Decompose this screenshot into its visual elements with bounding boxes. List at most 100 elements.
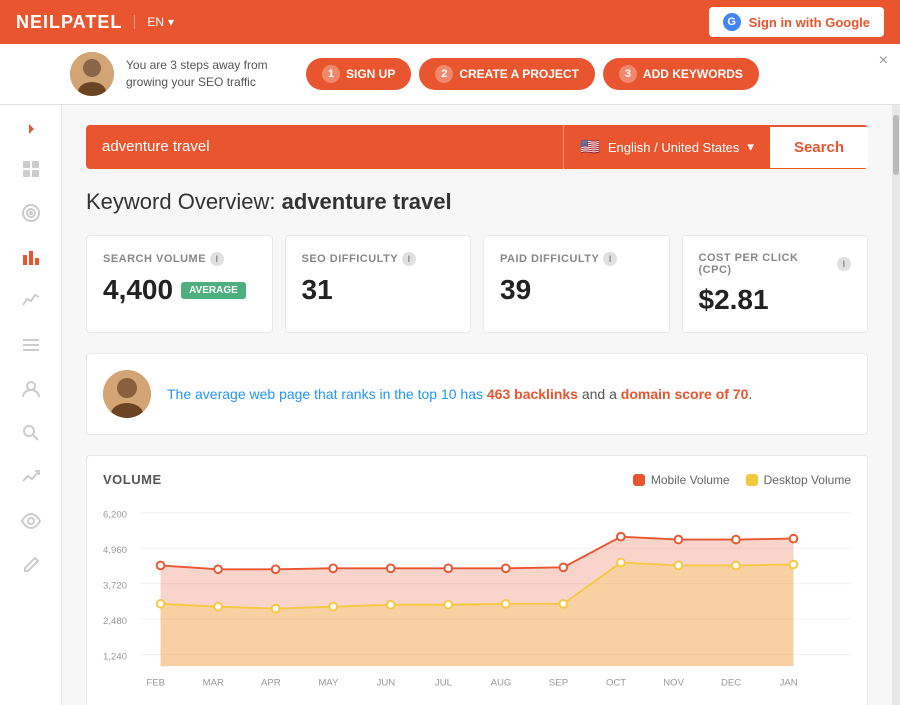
step-num: 2 [435, 65, 453, 83]
svg-text:1,240: 1,240 [103, 651, 127, 662]
step-label: SIGN UP [346, 67, 395, 81]
legend-item: Mobile Volume [633, 473, 730, 487]
svg-text:4,960: 4,960 [103, 545, 127, 556]
language-selector[interactable]: EN ▾ [134, 15, 174, 29]
main-content: 🇺🇸 English / United States ▾ Search Keyw… [62, 105, 892, 705]
svg-text:MAR: MAR [203, 677, 224, 688]
sidebar-icon-keywords[interactable] [0, 237, 61, 277]
sidebar-icon-dashboard[interactable] [0, 149, 61, 189]
lang-text: EN [147, 15, 164, 29]
logo-group: NEILPATEL EN ▾ [16, 12, 174, 33]
metric-card-3: COST PER CLICK (CPC) i $2.81 [682, 235, 869, 333]
insight-bar: The average web page that ranks in the t… [86, 353, 868, 435]
insight-middle: and a [578, 386, 621, 402]
sidebar-icon-eye[interactable] [0, 501, 61, 541]
metric-card-2: PAID DIFFICULTY i 39 [483, 235, 670, 333]
sidebar-icon-user[interactable] [0, 369, 61, 409]
info-icon[interactable]: i [603, 252, 617, 266]
insight-backlinks: 463 backlinks [487, 386, 578, 402]
page-title-prefix: Keyword Overview: [86, 189, 276, 214]
logo-text: NEILPATEL [16, 12, 122, 33]
svg-text:2,480: 2,480 [103, 616, 127, 627]
scroll-thumb[interactable] [893, 115, 899, 175]
chart-title: VOLUME [103, 472, 162, 487]
legend-label: Mobile Volume [651, 473, 730, 487]
svg-text:DEC: DEC [721, 677, 741, 688]
chart-card: VOLUME Mobile Volume Desktop Volume 6,200… [86, 455, 868, 705]
lang-chevron-icon: ▾ [168, 15, 174, 29]
sign-in-label: Sign in with Google [749, 15, 870, 30]
metric-value: 4,400AVERAGE [103, 274, 256, 306]
info-icon[interactable]: i [210, 252, 224, 266]
svg-text:AUG: AUG [491, 677, 512, 688]
metric-label: COST PER CLICK (CPC) i [699, 252, 852, 276]
lang-dropdown-text: English / United States [608, 140, 740, 155]
search-input-wrap[interactable] [86, 126, 563, 168]
sidebar [0, 105, 62, 705]
metric-card-1: SEO DIFFICULTY i 31 [285, 235, 472, 333]
insight-domain-score: domain score of 70 [621, 386, 749, 402]
step-num: 1 [322, 65, 340, 83]
svg-text:6,200: 6,200 [103, 509, 127, 520]
insight-prefix: The average web page that ranks in the t… [167, 386, 487, 402]
sidebar-icon-search[interactable] [0, 413, 61, 453]
language-dropdown[interactable]: 🇺🇸 English / United States ▾ [563, 125, 770, 169]
volume-chart-svg: 6,200 4,960 3,720 2,480 1,240 [103, 499, 851, 699]
step-button-3[interactable]: 3 ADD KEYWORDS [603, 58, 759, 90]
legend-item: Desktop Volume [746, 473, 851, 487]
chart-header: VOLUME Mobile Volume Desktop Volume [103, 472, 851, 487]
svg-text:JUN: JUN [377, 677, 396, 688]
step-label: CREATE A PROJECT [459, 67, 579, 81]
search-input[interactable] [102, 138, 547, 155]
metric-label: SEARCH VOLUME i [103, 252, 256, 266]
step-label: ADD KEYWORDS [643, 67, 743, 81]
onboarding-text: You are 3 steps away from growing your S… [126, 57, 286, 91]
svg-text:FEB: FEB [146, 677, 165, 688]
sidebar-icon-edit[interactable] [0, 545, 61, 585]
scroll-track[interactable] [892, 105, 900, 705]
metric-card-0: SEARCH VOLUME i 4,400AVERAGE [86, 235, 273, 333]
svg-text:JAN: JAN [780, 677, 798, 688]
info-icon[interactable]: i [402, 252, 416, 266]
svg-text:OCT: OCT [606, 677, 626, 688]
svg-text:3,720: 3,720 [103, 580, 127, 591]
search-button[interactable]: Search [770, 127, 868, 168]
step-button-1[interactable]: 1 SIGN UP [306, 58, 411, 90]
legend-label: Desktop Volume [764, 473, 851, 487]
main-layout: 🇺🇸 English / United States ▾ Search Keyw… [0, 105, 900, 705]
avg-badge: AVERAGE [181, 282, 246, 299]
svg-text:APR: APR [261, 677, 281, 688]
chart-legend: Mobile Volume Desktop Volume [633, 473, 851, 487]
sign-in-button[interactable]: G Sign in with Google [709, 7, 884, 37]
svg-text:NOV: NOV [663, 677, 684, 688]
flag-icon: 🇺🇸 [580, 137, 600, 157]
page-title-keyword: adventure travel [282, 189, 452, 214]
lang-dropdown-chevron: ▾ [747, 139, 754, 155]
avatar-image [70, 52, 114, 96]
svg-text:SEP: SEP [549, 677, 568, 688]
metric-value: $2.81 [699, 284, 852, 316]
legend-dot [633, 474, 645, 486]
insight-suffix: . [748, 386, 752, 402]
insight-text: The average web page that ranks in the t… [167, 384, 752, 405]
info-icon[interactable]: i [837, 257, 851, 271]
steps-container: 1 SIGN UP 2 CREATE A PROJECT 3 ADD KEYWORDS [306, 58, 884, 90]
sidebar-icon-target[interactable] [0, 193, 61, 233]
avatar [70, 52, 114, 96]
metric-value: 39 [500, 274, 653, 306]
sidebar-icon-list[interactable] [0, 325, 61, 365]
sidebar-icon-trending[interactable] [0, 457, 61, 497]
step-button-2[interactable]: 2 CREATE A PROJECT [419, 58, 595, 90]
header: NEILPATEL EN ▾ G Sign in with Google [0, 0, 900, 44]
metric-label: PAID DIFFICULTY i [500, 252, 653, 266]
step-num: 3 [619, 65, 637, 83]
page-title: Keyword Overview: adventure travel [86, 189, 868, 215]
svg-text:MAY: MAY [318, 677, 339, 688]
sidebar-icon-analytics[interactable] [0, 281, 61, 321]
search-section: 🇺🇸 English / United States ▾ Search [86, 125, 868, 169]
close-onboarding-button[interactable]: × [879, 52, 888, 70]
sidebar-toggle[interactable] [0, 113, 61, 145]
legend-dot [746, 474, 758, 486]
metric-label: SEO DIFFICULTY i [302, 252, 455, 266]
svg-text:JUL: JUL [435, 677, 453, 688]
